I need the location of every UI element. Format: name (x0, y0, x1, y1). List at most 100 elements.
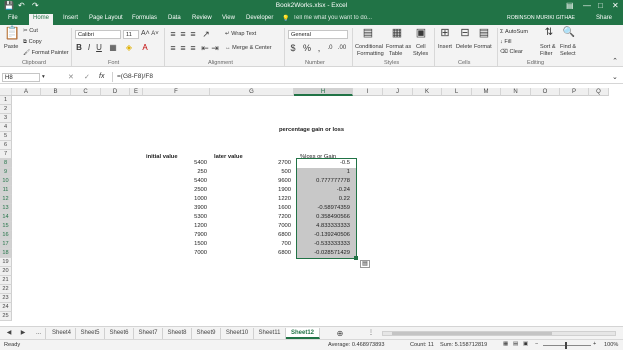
tab-formulas[interactable]: Formulas (132, 15, 157, 21)
sheet-tab[interactable]: Sheet4 (48, 328, 76, 339)
expand-formula-bar-icon[interactable]: ⌄ (612, 73, 618, 81)
format-painter-button[interactable]: 🖌 Format Painter (23, 50, 69, 56)
cell-f[interactable]: 5400 (143, 177, 207, 186)
column-header[interactable]: B (41, 88, 71, 96)
name-box-dropdown-icon[interactable]: ▾ (42, 74, 45, 80)
underline-icon[interactable]: U (95, 43, 103, 53)
cell-g[interactable]: 6800 (210, 231, 291, 240)
cell-f[interactable]: 3900 (143, 204, 207, 213)
increase-indent-icon[interactable]: ⇥ (211, 43, 219, 53)
cell-g[interactable]: 1900 (210, 186, 291, 195)
ribbon-options-icon[interactable]: ▤ (566, 1, 574, 10)
row-header[interactable]: 19 (0, 258, 12, 267)
find-select-button[interactable]: Find & (560, 44, 576, 50)
minimize-icon[interactable]: — (583, 1, 591, 10)
cell-h[interactable]: -0.24 (294, 186, 350, 195)
find-select-icon[interactable]: 🔍 (562, 28, 576, 38)
name-box[interactable]: H8 (2, 73, 40, 82)
grow-font-icon[interactable]: A˄ (141, 29, 150, 39)
column-header[interactable]: Q (589, 88, 609, 96)
number-format-dropdown[interactable]: General (288, 30, 348, 39)
shrink-font-icon[interactable]: A˅ (151, 29, 159, 39)
tab-view[interactable]: View (222, 15, 235, 21)
column-header[interactable]: P (560, 88, 589, 96)
cell-g[interactable]: 1220 (210, 195, 291, 204)
format-as-table-button[interactable]: Format as (386, 44, 411, 50)
cell-g[interactable]: 500 (210, 168, 291, 177)
row-header[interactable]: 21 (0, 276, 12, 285)
cell-h[interactable]: 0.358490566 (294, 213, 350, 222)
zoom-slider-thumb[interactable] (565, 342, 567, 349)
tab-data[interactable]: Data (168, 15, 181, 21)
sheet-tab[interactable]: Sheet9 (192, 328, 221, 339)
row-header[interactable]: 2 (0, 105, 12, 114)
row-header[interactable]: 12 (0, 195, 12, 204)
accounting-icon[interactable]: $ (288, 43, 298, 53)
tab-page-layout[interactable]: Page Layout (89, 15, 123, 21)
delete-cells-icon[interactable]: ⊟ (458, 28, 472, 39)
sheet-title[interactable]: percentage gain or loss (279, 126, 344, 135)
more-sheets-right[interactable]: ⋮ (365, 328, 377, 339)
sort-filter-button[interactable]: Sort & (540, 44, 556, 50)
formula-input[interactable]: =(G8-F8)/F8 (117, 73, 153, 80)
cell-g[interactable]: 6800 (210, 249, 291, 258)
status-count[interactable]: Count: 11 (410, 342, 434, 348)
cell-h[interactable]: 0.777777778 (294, 177, 350, 186)
zoom-level[interactable]: 100% (604, 342, 618, 348)
decrease-indent-icon[interactable]: ⇤ (201, 43, 209, 53)
column-header[interactable]: I (353, 88, 383, 96)
sheet-tab[interactable]: Sheet7 (134, 328, 163, 339)
row-header[interactable]: 1 (0, 96, 12, 105)
cancel-icon[interactable]: ✕ (68, 73, 74, 81)
row-header[interactable]: 10 (0, 177, 12, 186)
align-left-icon[interactable]: ≡ (169, 43, 177, 53)
cell-h[interactable]: -0.028571429 (294, 249, 350, 258)
row-header[interactable]: 22 (0, 285, 12, 294)
sheet-tab[interactable]: Sheet11 (254, 328, 286, 339)
normal-view-icon[interactable]: ▦ (503, 341, 508, 347)
cell-h[interactable]: 0.22 (294, 195, 350, 204)
cell-g[interactable]: 1600 (210, 204, 291, 213)
merge-center-button[interactable]: ↔ Merge & Center (225, 45, 272, 51)
autosum-button[interactable]: Σ AutoSum (500, 29, 528, 35)
copy-button[interactable]: ⧉ Copy (23, 39, 42, 46)
collapse-ribbon-icon[interactable]: ⌃ (610, 57, 620, 67)
fill-button[interactable]: ↓ Fill (500, 39, 512, 45)
cell-g[interactable]: 7200 (210, 213, 291, 222)
worksheet-grid[interactable]: ABCDEFGHIJKLMNOPQ 1 2 3 4 5 6 7 8 9 10 11 12 13 14 15 1… (0, 88, 623, 326)
row-header[interactable]: 24 (0, 303, 12, 312)
font-size-dropdown[interactable]: 11 (123, 30, 139, 39)
fill-color-icon[interactable]: ◈ (124, 43, 134, 53)
cell-styles-icon[interactable]: ▣ (414, 28, 428, 39)
more-sheets-left[interactable]: ... (32, 328, 46, 339)
cell-f[interactable]: 7900 (143, 231, 207, 240)
font-name-dropdown[interactable]: Calibri (75, 30, 121, 39)
tell-me-box[interactable]: Tell me what you want to do... (293, 15, 372, 21)
cell-h[interactable]: -0.533333333 (294, 240, 350, 249)
font-color-icon[interactable]: A (140, 43, 150, 53)
sheet-tab[interactable]: Sheet5 (76, 328, 105, 339)
cell-h[interactable]: -0.5 (294, 159, 350, 168)
cell-h[interactable]: 1 (294, 168, 350, 177)
cell-f[interactable]: 2500 (143, 186, 207, 195)
next-sheet-icon[interactable]: ▶ (17, 328, 29, 339)
row-header[interactable]: 25 (0, 312, 12, 321)
orientation-icon[interactable]: ↗ (201, 29, 211, 39)
delete-cells-button[interactable]: Delete (456, 44, 472, 50)
row-header[interactable]: 7 (0, 150, 12, 159)
cell-h[interactable]: -0.139240506 (294, 231, 350, 240)
cell-g[interactable]: 9600 (210, 177, 291, 186)
conditional-formatting-button[interactable]: Conditional (355, 44, 383, 50)
row-header[interactable]: 11 (0, 186, 12, 195)
column-header[interactable]: O (531, 88, 560, 96)
tab-review[interactable]: Review (192, 15, 212, 21)
sort-filter-icon[interactable]: ⇅ (542, 28, 556, 38)
page-break-view-icon[interactable]: ▣ (523, 341, 528, 347)
cell-f[interactable]: 1500 (143, 240, 207, 249)
row-header[interactable]: 16 (0, 231, 12, 240)
row-header[interactable]: 23 (0, 294, 12, 303)
sheet-tab[interactable]: Sheet6 (105, 328, 134, 339)
cell-f[interactable]: 1200 (143, 222, 207, 231)
row-header[interactable]: 9 (0, 168, 12, 177)
decrease-decimal-icon[interactable]: .00 (337, 43, 347, 53)
